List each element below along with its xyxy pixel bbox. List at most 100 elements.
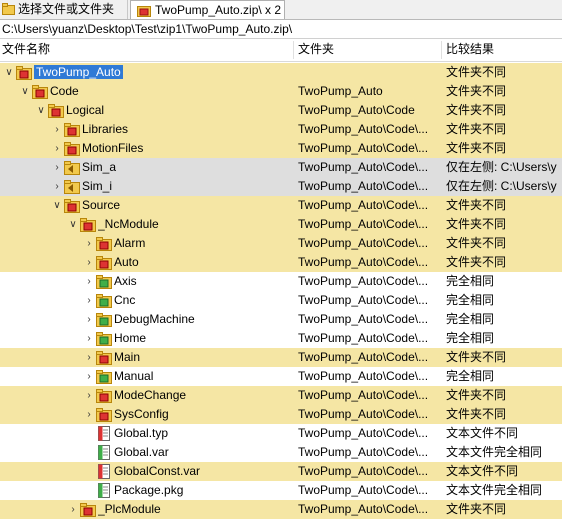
- folder-row[interactable]: ∨ TwoPump_Auto 文件夹不同: [0, 63, 562, 82]
- item-folder: TwoPump_Auto\Code\...: [298, 293, 429, 307]
- item-folder: TwoPump_Auto\Code\...: [298, 483, 429, 497]
- folder-row[interactable]: › Alarm TwoPump_Auto\Code\... 文件夹不同: [0, 234, 562, 253]
- folder-row[interactable]: › _PlcModule TwoPump_Auto\Code\... 文件夹不同: [0, 500, 562, 519]
- column-header-folder[interactable]: 文件夹: [296, 39, 442, 61]
- item-name: Home: [114, 329, 146, 348]
- chevron-right-icon[interactable]: ›: [84, 310, 94, 329]
- folder-diff-icon: [96, 389, 112, 403]
- item-name-text: TwoPump_Auto: [34, 65, 123, 79]
- chevron-right-icon[interactable]: ›: [52, 139, 62, 158]
- tab-bar: 选择文件或文件夹 TwoPump_Auto.zip\ x 2: [0, 0, 562, 20]
- item-name: Cnc: [114, 291, 135, 310]
- item-name-text: Global.typ: [114, 426, 169, 440]
- item-name-text: Auto: [114, 255, 139, 269]
- folder-row[interactable]: › Sim_a TwoPump_Auto\Code\... 仅在左侧: C:\User…: [0, 158, 562, 177]
- file-row[interactable]: Package.pkg TwoPump_Auto\Code\... 文本文件完全相同: [0, 481, 562, 500]
- folder-same-icon: [96, 275, 112, 289]
- folder-same-icon: [96, 332, 112, 346]
- chevron-right-icon[interactable]: ›: [84, 253, 94, 272]
- folder-row[interactable]: ∨ Code TwoPump_Auto 文件夹不同: [0, 82, 562, 101]
- chevron-right-icon[interactable]: ›: [84, 329, 94, 348]
- folder-row[interactable]: › Cnc TwoPump_Auto\Code\... 完全相同: [0, 291, 562, 310]
- file-row[interactable]: Global.typ TwoPump_Auto\Code\... 文本文件不同: [0, 424, 562, 443]
- tab-select-file[interactable]: 选择文件或文件夹: [0, 0, 128, 19]
- tab-zip-compare[interactable]: TwoPump_Auto.zip\ x 2: [130, 0, 285, 19]
- chevron-right-icon[interactable]: ›: [84, 348, 94, 367]
- folder-row[interactable]: ∨ _NcModule TwoPump_Auto\Code\... 文件夹不同: [0, 215, 562, 234]
- file-row[interactable]: GlobalConst.var TwoPump_Auto\Code\... 文本文件…: [0, 462, 562, 481]
- folder-diff-icon: [96, 351, 112, 365]
- folder-diff-icon: [64, 123, 80, 137]
- chevron-right-icon[interactable]: ›: [84, 367, 94, 386]
- folder-row[interactable]: › Sim_i TwoPump_Auto\Code\... 仅在左侧: C:\User…: [0, 177, 562, 196]
- folder-compare-icon: [137, 6, 151, 17]
- folder-row[interactable]: › Auto TwoPump_Auto\Code\... 文件夹不同: [0, 253, 562, 272]
- folder-row[interactable]: › MotionFiles TwoPump_Auto\Code\... 文件夹不同: [0, 139, 562, 158]
- item-folder: TwoPump_Auto\Code\...: [298, 369, 429, 383]
- item-result: 文件夹不同: [446, 198, 507, 212]
- item-folder: TwoPump_Auto\Code\...: [298, 255, 429, 269]
- chevron-down-icon[interactable]: ∨: [4, 63, 14, 82]
- item-result: 完全相同: [446, 274, 495, 288]
- folder-row[interactable]: › Libraries TwoPump_Auto\Code\... 文件夹不同: [0, 120, 562, 139]
- item-result: 文本文件完全相同: [446, 483, 543, 497]
- chevron-right-icon[interactable]: ›: [84, 234, 94, 253]
- item-folder: TwoPump_Auto\Code\...: [298, 350, 429, 364]
- folder-row[interactable]: › Axis TwoPump_Auto\Code\... 完全相同: [0, 272, 562, 291]
- chevron-right-icon[interactable]: ›: [52, 177, 62, 196]
- chevron-down-icon[interactable]: ∨: [20, 82, 30, 101]
- column-divider[interactable]: [293, 41, 294, 59]
- chevron-down-icon[interactable]: ∨: [36, 101, 46, 120]
- folder-icon: [2, 3, 15, 15]
- tab-label: TwoPump_Auto.zip\ x 2: [155, 3, 282, 17]
- item-folder: TwoPump_Auto\Code\...: [298, 198, 429, 212]
- item-name-text: Sim_a: [82, 160, 117, 174]
- item-folder: TwoPump_Auto\Code\...: [298, 160, 429, 174]
- chevron-down-icon[interactable]: ∨: [68, 215, 78, 234]
- chevron-right-icon[interactable]: ›: [84, 291, 94, 310]
- folder-left-icon: [64, 180, 80, 194]
- item-result: 文件夹不同: [446, 388, 507, 402]
- item-name-text: Sim_i: [82, 179, 113, 193]
- chevron-right-icon[interactable]: ›: [84, 386, 94, 405]
- column-header-result[interactable]: 比较结果: [444, 39, 562, 61]
- chevron-right-icon[interactable]: ›: [84, 272, 94, 291]
- chevron-right-icon[interactable]: ›: [84, 405, 94, 424]
- folder-row[interactable]: ∨ Logical TwoPump_Auto\Code 文件夹不同: [0, 101, 562, 120]
- item-result: 文件夹不同: [446, 65, 507, 79]
- item-result: 文件夹不同: [446, 217, 507, 231]
- item-result: 文件夹不同: [446, 141, 507, 155]
- folder-row[interactable]: › ModeChange TwoPump_Auto\Code\... 文件夹不同: [0, 386, 562, 405]
- chevron-right-icon[interactable]: ›: [52, 120, 62, 139]
- item-name: Manual: [114, 367, 153, 386]
- column-header-name[interactable]: 文件名称: [0, 39, 294, 61]
- item-name: GlobalConst.var: [114, 462, 200, 481]
- item-name: Alarm: [114, 234, 145, 253]
- item-folder: TwoPump_Auto: [298, 84, 383, 98]
- folder-row[interactable]: › DebugMachine TwoPump_Auto\Code\... 完全相同: [0, 310, 562, 329]
- item-name-text: Manual: [114, 369, 154, 383]
- path-bar[interactable]: C:\Users\yuanz\Desktop\Test\zip1\TwoPump…: [0, 20, 562, 39]
- item-name: Libraries: [82, 120, 128, 139]
- chevron-down-icon[interactable]: ∨: [52, 196, 62, 215]
- item-name-text: Home: [114, 331, 147, 345]
- item-name-text: Cnc: [114, 293, 136, 307]
- item-name: Source: [82, 196, 120, 215]
- item-result: 完全相同: [446, 331, 495, 345]
- item-result: 文件夹不同: [446, 236, 507, 250]
- folder-row[interactable]: › Home TwoPump_Auto\Code\... 完全相同: [0, 329, 562, 348]
- column-divider[interactable]: [441, 41, 442, 59]
- folder-row[interactable]: ∨ Source TwoPump_Auto\Code\... 文件夹不同: [0, 196, 562, 215]
- folder-row[interactable]: › Manual TwoPump_Auto\Code\... 完全相同: [0, 367, 562, 386]
- item-name: Code: [50, 82, 79, 101]
- folder-row[interactable]: › Main TwoPump_Auto\Code\... 文件夹不同: [0, 348, 562, 367]
- item-name-text: Axis: [114, 274, 137, 288]
- folder-row[interactable]: › SysConfig TwoPump_Auto\Code\... 文件夹不同: [0, 405, 562, 424]
- chevron-right-icon[interactable]: ›: [68, 500, 78, 519]
- file-diff-icon: [98, 464, 110, 479]
- folder-diff-icon: [80, 218, 96, 232]
- chevron-right-icon[interactable]: ›: [52, 158, 62, 177]
- file-row[interactable]: Global.var TwoPump_Auto\Code\... 文本文件完全相同: [0, 443, 562, 462]
- item-folder: TwoPump_Auto\Code\...: [298, 445, 429, 459]
- item-name: Axis: [114, 272, 137, 291]
